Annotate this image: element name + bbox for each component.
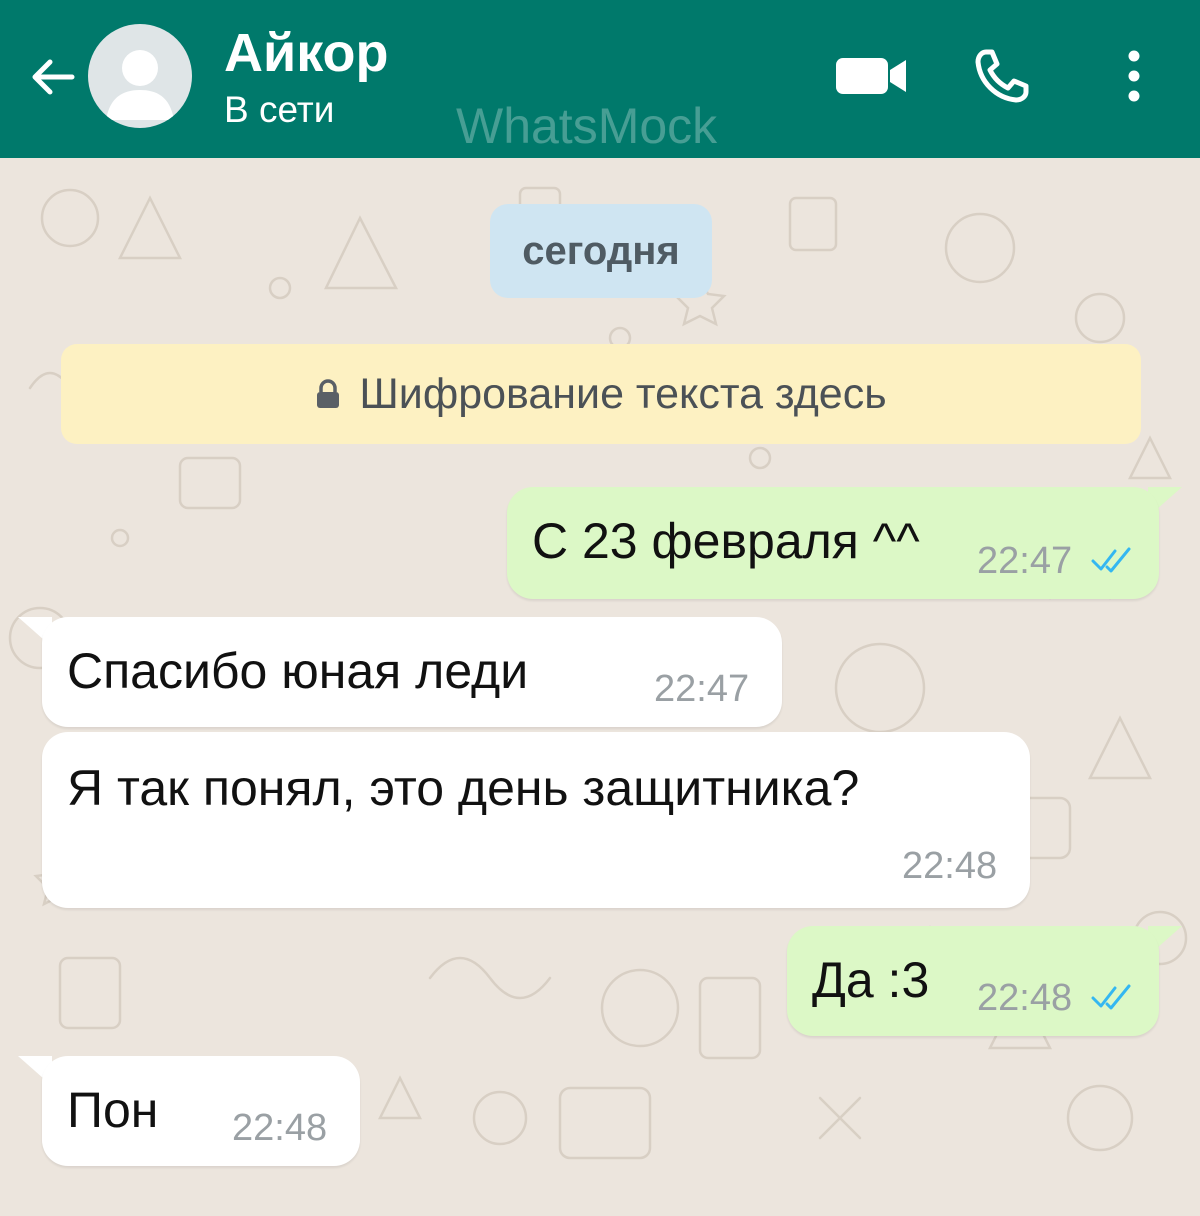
message-text: Спасибо юная леди — [67, 643, 529, 699]
encryption-banner[interactable]: Шифрование текста здесь — [61, 344, 1141, 444]
message-text: Я так понял, это день защитника? — [67, 760, 860, 816]
avatar-placeholder-icon — [106, 50, 174, 120]
video-call-icon[interactable] — [834, 54, 910, 98]
contact-name[interactable]: Айкор — [224, 22, 388, 84]
message-bubble-incoming[interactable]: Пон 22:48 — [42, 1056, 360, 1166]
chat-header: Айкор В сети WhatsMock — [0, 0, 1200, 158]
message-text: С 23 февраля ^^ — [532, 513, 920, 569]
lock-icon — [317, 379, 340, 408]
message-time: 22:47 — [654, 668, 750, 710]
message-bubble-incoming[interactable]: Я так понял, это день защитника? 22:48 — [42, 732, 1030, 908]
watermark: WhatsMock — [456, 98, 718, 154]
encryption-text: Шифрование текста здесь — [359, 369, 887, 418]
message-time: 22:48 — [232, 1107, 328, 1149]
message-time: 22:48 — [977, 977, 1073, 1019]
message-bubble-outgoing[interactable]: Да :3 22:48 — [787, 926, 1159, 1036]
back-arrow-icon[interactable] — [26, 50, 80, 104]
message-text: Да :3 — [812, 952, 930, 1008]
read-ticks-icon — [1091, 984, 1131, 1010]
message-text: Пон — [67, 1082, 159, 1138]
message-bubble-incoming[interactable]: Спасибо юная леди 22:47 — [42, 617, 782, 727]
read-ticks-icon — [1091, 547, 1131, 573]
avatar[interactable] — [88, 24, 192, 128]
message-time: 22:48 — [902, 845, 998, 887]
voice-call-icon[interactable] — [972, 46, 1032, 106]
more-vert-icon[interactable] — [1118, 46, 1150, 106]
message-bubble-outgoing[interactable]: С 23 февраля ^^ 22:47 — [507, 487, 1159, 599]
contact-status: В сети — [224, 89, 335, 130]
date-chip: сегодня — [490, 204, 712, 298]
message-time: 22:47 — [977, 540, 1073, 582]
